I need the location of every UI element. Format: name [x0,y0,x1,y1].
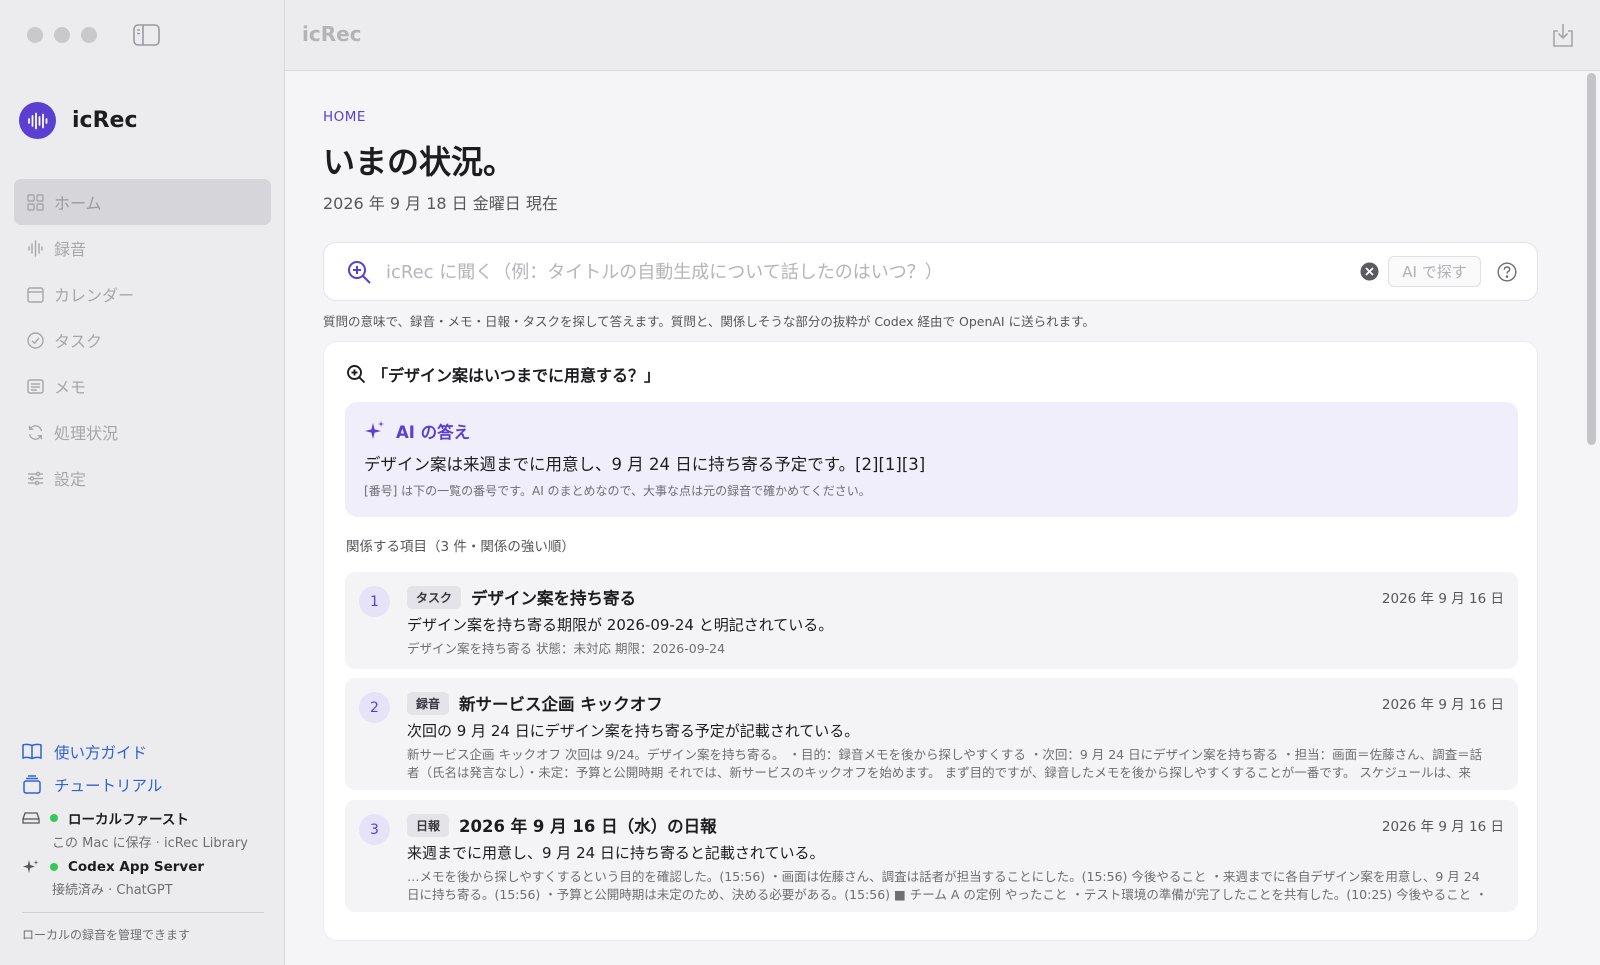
sidebar-item-label: ホーム [54,194,102,213]
sidebar-item-memo[interactable]: メモ [14,363,271,409]
status-ok-dot [50,863,58,871]
sidebar-nav: ホーム 録音 カレンダー タスク メモ 処理状況 設定 [14,179,271,501]
drive-icon [22,812,40,824]
related-heading: 関係する項目（3 件・関係の強い順） [346,539,575,555]
query-line: 「デザイン案はいつまでに用意する？」 [346,362,660,386]
note-icon [26,377,44,395]
ai-search-button[interactable]: AI で探す [1388,256,1481,287]
sidebar-item-recordings[interactable]: 録音 [14,225,271,271]
sidebar-item-label: タスク [54,332,103,351]
item-date: 2026 年 9 月 16 日 [1381,819,1504,835]
ai-result-card: 「デザイン案はいつまでに用意する？」 AI の答え デザイン案は来週までに用意し… [323,341,1538,941]
window-title: icRec [302,22,362,46]
privacy-note: 質問の意味で、録音・メモ・日報・タスクを探して答えます。質問と、関係しそうな部分… [323,314,1095,329]
help-icon[interactable] [1497,262,1517,282]
sparkle-icon [23,860,39,873]
ask-search-input[interactable] [386,259,1326,285]
item-detail: …メモを後から探しやすくするという目的を確認した。(15:56) ・画面は佐藤さ… [407,869,1488,902]
item-number: 2 [359,692,390,723]
item-summary: デザイン案を持ち寄る期限が 2026-09-24 と明記されている。 [407,616,834,634]
tutorial-link-label: チュートリアル [54,776,163,795]
refresh-icon [26,423,44,441]
sidebar-footer: ローカルの録音を管理できます [22,928,191,942]
sidebar-item-tasks[interactable]: タスク [14,317,271,363]
sidebar-toggle-icon[interactable] [133,24,160,46]
page-date: 2026 年 9 月 18 日 金曜日 現在 [323,194,558,213]
sidebar-item-label: 設定 [54,470,87,489]
list-item[interactable]: 3 日報 2026 年 9 月 16 日（水）の日報 2026 年 9 月 16… [345,800,1518,912]
item-title: 新サービス企画 キックオフ [459,695,663,714]
server-status-title: Codex App Server [68,859,205,875]
storage-status: ローカルファースト この Mac に保存 · icRec Library [22,808,272,851]
vertical-scrollbar[interactable] [1587,73,1596,445]
help-links: 使い方ガイド チュートリアル [22,735,162,801]
logo-waveform-icon [19,102,56,139]
item-title: 2026 年 9 月 16 日（水）の日報 [459,817,717,836]
ask-search-box: AI で探す [323,242,1538,301]
waveform-icon [26,239,44,257]
sidebar-item-calendar[interactable]: カレンダー [14,271,271,317]
item-detail: 新サービス企画 キックオフ 次回は 9/24。デザイン案を持ち寄る。 ・目的：録… [407,747,1483,780]
window-controls [27,27,97,43]
query-text: 「デザイン案はいつまでに用意する？」 [372,366,661,385]
item-date: 2026 年 9 月 16 日 [1381,591,1504,607]
ai-answer-box: AI の答え デザイン案は来週までに用意し、9 月 24 日に持ち寄る予定です。… [345,402,1518,517]
sidebar: icRec ホーム 録音 カレンダー タスク メモ 処理状況 設定 使い方ガイド… [0,0,285,965]
sliders-icon [26,469,44,487]
calendar-icon [26,285,44,303]
check-circle-icon [26,331,44,349]
sidebar-item-settings[interactable]: 設定 [14,455,271,501]
storage-status-title: ローカルファースト [68,812,189,828]
guide-link-label: 使い方ガイド [54,743,148,762]
ai-answer-note: [番号] は下の一覧の番号です。AI のまとめなので、大事な点は元の録音で確かめ… [364,484,871,498]
divider [22,912,264,913]
list-item[interactable]: 2 録音 新サービス企画 キックオフ 2026 年 9 月 16 日 次回の 9… [345,678,1518,790]
ai-answer-header: AI の答え [364,419,470,443]
list-item[interactable]: 1 タスク デザイン案を持ち寄る 2026 年 9 月 16 日 デザイン案を持… [345,572,1518,669]
sparkle-icon [365,421,384,439]
book-icon [22,743,42,760]
sidebar-item-home[interactable]: ホーム [14,179,271,225]
item-type-badge: タスク [407,585,462,609]
item-type-badge: 録音 [407,691,450,715]
ai-answer-text: デザイン案は来週までに用意し、9 月 24 日に持ち寄る予定です。[2][1][… [364,455,926,474]
storage-status-sub: この Mac に保存 · icRec Library [52,836,248,851]
server-status: Codex App Server 接続済み · ChatGPT [22,859,272,898]
main-area: icRec HOME いまの状況。 2026 年 9 月 18 日 金曜日 現在… [285,0,1600,965]
status-ok-dot [50,814,58,822]
titlebar: icRec [285,0,1600,71]
item-date: 2026 年 9 月 16 日 [1381,697,1504,713]
item-number: 1 [359,586,390,617]
app-window: icRec ホーム 録音 カレンダー タスク メモ 処理状況 設定 使い方ガイド… [0,0,1600,965]
grid-icon [26,193,44,211]
sidebar-item-processing[interactable]: 処理状況 [14,409,271,455]
sidebar-item-label: 処理状況 [54,424,119,443]
sidebar-item-label: 録音 [54,240,87,259]
brand-name: icRec [72,108,138,133]
download-icon[interactable] [1551,22,1575,48]
minimize-window-button[interactable] [54,27,70,43]
sidebar-item-label: カレンダー [54,286,135,305]
page-title: いまの状況。 [323,143,516,181]
close-window-button[interactable] [27,27,43,43]
item-number: 3 [359,814,390,845]
stack-icon [23,775,41,794]
item-detail: デザイン案を持ち寄る 状態：未対応 期限：2026-09-24 [407,641,726,656]
sidebar-item-label: メモ [54,378,87,397]
breadcrumb: HOME [323,109,366,125]
item-type-badge: 日報 [407,813,450,837]
brand: icRec [19,102,137,139]
item-summary: 来週までに用意し、9 月 24 日に持ち寄ると記載されている。 [407,844,825,862]
clear-icon[interactable] [1360,262,1379,281]
item-summary: 次回の 9 月 24 日にデザイン案を持ち寄る予定が記載されている。 [407,722,860,740]
server-status-sub: 接続済み · ChatGPT [52,883,173,898]
tutorial-link[interactable]: チュートリアル [22,768,162,801]
guide-link[interactable]: 使い方ガイド [22,735,162,768]
item-title: デザイン案を持ち寄る [471,589,637,608]
search-icon [347,365,366,384]
search-icon [348,261,371,284]
ai-answer-title: AI の答え [396,423,471,442]
zoom-window-button[interactable] [81,27,97,43]
